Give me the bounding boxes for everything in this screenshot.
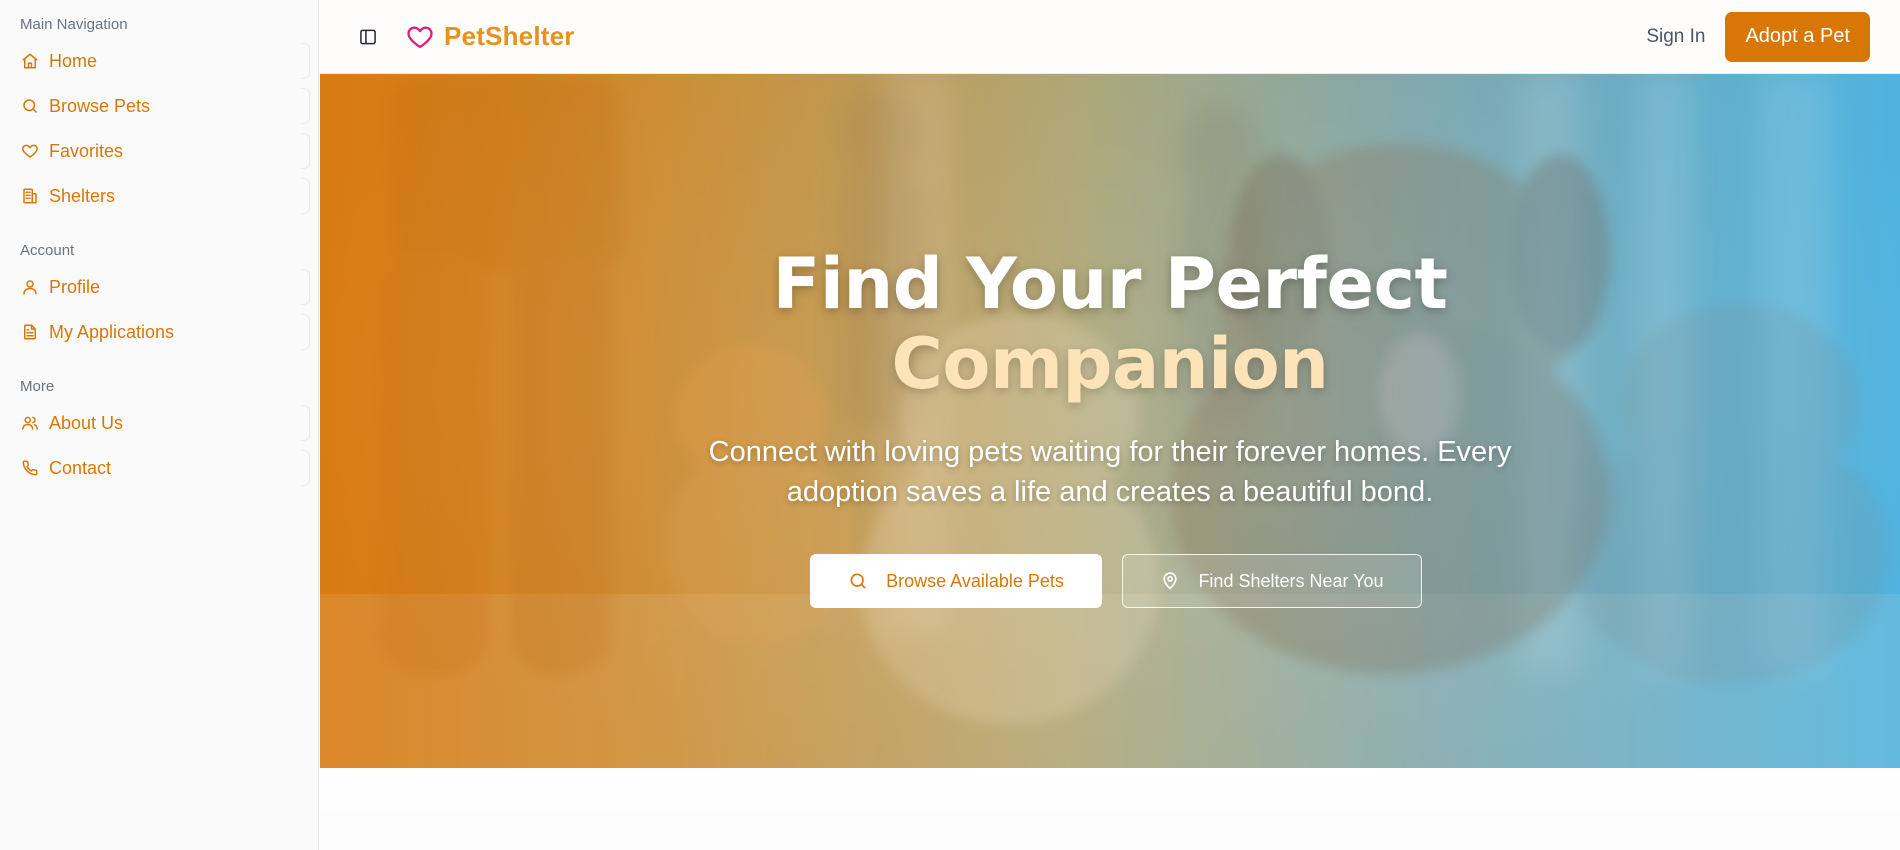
sidebar-item-label: Profile: [49, 276, 101, 297]
adopt-a-pet-button[interactable]: Adopt a Pet: [1725, 11, 1870, 62]
find-shelters-button[interactable]: Find Shelters Near You: [1122, 554, 1422, 608]
hero-title-accent: Companion: [891, 323, 1330, 405]
sidebar-item-label: My Applications: [49, 321, 175, 342]
user-icon: [20, 277, 40, 297]
sidebar-item-label: Contact: [49, 457, 112, 478]
heart-icon: [20, 141, 40, 161]
sidebar-item-contact[interactable]: Contact: [10, 450, 310, 486]
sign-in-link[interactable]: Sign In: [1646, 26, 1705, 48]
header-actions: Sign In Adopt a Pet: [1646, 11, 1870, 62]
sidebar-item-label: Home: [49, 50, 98, 71]
phone-icon: [20, 458, 40, 478]
nav-group-main: Main Navigation Home Browse Pets Favorit…: [0, 16, 318, 214]
brand-name: PetShelter: [444, 21, 575, 51]
sidebar-item-home[interactable]: Home: [10, 43, 310, 79]
nav-group-label: Main Navigation: [20, 16, 128, 33]
sidebar-item-label: About Us: [49, 412, 124, 433]
hero-section: Find Your Perfect Companion Connect with…: [320, 74, 1900, 768]
nav-group-account: Account Profile My Applications: [0, 242, 318, 350]
document-icon: [20, 322, 40, 342]
sidebar-item-favorites[interactable]: Favorites: [10, 133, 310, 169]
sidebar-item-browse-pets[interactable]: Browse Pets: [10, 88, 310, 124]
sidebar-toggle-button[interactable]: [351, 20, 385, 54]
sidebar-item-about-us[interactable]: About Us: [10, 405, 310, 441]
button-label: Find Shelters Near You: [1198, 570, 1384, 591]
search-icon: [20, 96, 40, 116]
building-icon: [20, 186, 40, 206]
nav-group-label: Account: [20, 242, 75, 259]
heart-logo-icon: [407, 26, 433, 48]
sidebar-item-shelters[interactable]: Shelters: [10, 178, 310, 214]
sidebar-item-my-applications[interactable]: My Applications: [10, 314, 310, 350]
home-icon: [20, 51, 40, 71]
sidebar-item-label: Favorites: [49, 140, 124, 161]
button-label: Browse Available Pets: [886, 570, 1064, 591]
sidebar-item-label: Browse Pets: [49, 95, 151, 116]
brand-logo[interactable]: PetShelter: [405, 21, 575, 52]
nav-group-more: More About Us Contact: [0, 378, 318, 486]
nav-group-label: More: [20, 378, 55, 395]
map-pin-icon: [1163, 572, 1178, 590]
search-icon: [850, 573, 866, 589]
hero-actions: Browse Available Pets Find Shelters Near…: [320, 554, 1900, 608]
hero-subtitle: Connect with loving pets waiting for the…: [708, 436, 1512, 508]
sidebar-toggle-icon: [360, 29, 376, 44]
sidebar-item-profile[interactable]: Profile: [10, 269, 310, 305]
sidebar: Main Navigation Home Browse Pets Favorit…: [0, 0, 319, 850]
sidebar-item-label: Shelters: [49, 185, 116, 206]
hero-title: Find Your Perfect: [772, 243, 1448, 325]
hero-content: Find Your Perfect Companion Connect with…: [320, 74, 1900, 608]
users-icon: [20, 413, 40, 433]
hero-heading: Find Your Perfect Companion: [320, 244, 1900, 404]
top-header: PetShelter Sign In Adopt a Pet: [320, 0, 1900, 74]
browse-available-pets-button[interactable]: Browse Available Pets: [810, 554, 1102, 608]
content-section: [320, 768, 1900, 850]
